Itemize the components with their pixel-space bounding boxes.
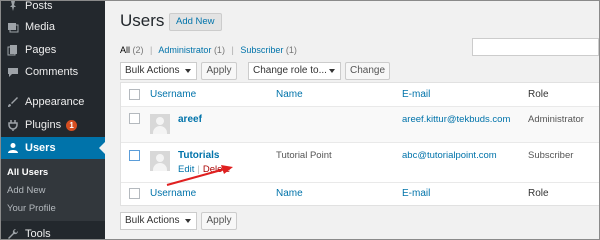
filter-all[interactable]: All (120, 45, 130, 55)
user-icon (6, 141, 20, 155)
sidebar-item-appearance[interactable]: Appearance (1, 91, 105, 113)
user-role: Subscriber (528, 150, 574, 161)
column-email[interactable]: E-mail (402, 188, 430, 199)
sidebar-item-comments[interactable]: Comments (1, 61, 105, 83)
main-content: Users Add New All (2) | Administrator (1… (105, 1, 599, 239)
sidebar-item-label: Appearance (25, 96, 85, 108)
sidebar-item-label: Plugins (25, 119, 62, 131)
sidebar-item-users[interactable]: Users (1, 137, 105, 159)
chevron-down-icon (185, 219, 191, 223)
column-role: Role (528, 89, 549, 100)
sidebar-item-label: Tools (25, 228, 51, 240)
pin-icon (6, 1, 20, 13)
avatar (150, 114, 170, 134)
column-email[interactable]: E-mail (402, 89, 430, 100)
users-submenu: All Users Add New Your Profile (1, 159, 105, 221)
media-icon (6, 20, 20, 34)
sidebar-item-label: Posts (25, 0, 53, 12)
apply-button-bottom[interactable]: Apply (201, 212, 237, 230)
bulk-actions-value: Bulk Actions (125, 65, 180, 76)
annotation-arrow-icon (166, 165, 233, 186)
sidebar-item-media[interactable]: Media (1, 16, 105, 38)
sidebar-item-tools[interactable]: Tools (1, 223, 105, 240)
brush-icon (6, 95, 20, 109)
sidebar-item-pages[interactable]: Pages (1, 39, 105, 61)
chevron-down-icon (329, 69, 335, 73)
user-email[interactable]: areef.kittur@tekbuds.com (402, 114, 510, 125)
page-title: Users (120, 11, 165, 30)
filter-all-count: (2) (132, 45, 144, 55)
bulk-actions-select-bottom[interactable]: Bulk Actions (120, 212, 197, 230)
sidebar-item-plugins[interactable]: Plugins 1 (1, 114, 105, 136)
sidebar-item-label: Media (25, 21, 55, 33)
admin-sidebar: Posts Media Pages Comments Appearance Pl… (1, 0, 105, 240)
sidebar-item-posts[interactable]: Posts (1, 0, 105, 17)
row-checkbox[interactable] (129, 113, 140, 124)
submenu-your-profile[interactable]: Your Profile (7, 203, 56, 214)
chevron-down-icon (185, 69, 191, 73)
add-new-button[interactable]: Add New (169, 13, 222, 31)
user-name: Tutorial Point (276, 150, 332, 161)
comments-icon (6, 65, 20, 79)
submenu-all-users[interactable]: All Users (7, 167, 48, 178)
filter-separator: | (150, 45, 153, 55)
users-screen: Posts Media Pages Comments Appearance Pl… (0, 0, 600, 240)
filter-separator: | (231, 45, 234, 55)
select-all-checkbox[interactable] (129, 89, 140, 100)
pages-icon (6, 43, 20, 57)
plug-icon (6, 118, 20, 132)
username-link[interactable]: Tutorials (178, 150, 219, 161)
filter-subscriber-count: (1) (285, 45, 297, 55)
plugins-update-badge: 1 (66, 119, 78, 131)
apply-button[interactable]: Apply (201, 62, 237, 80)
change-role-button[interactable]: Change (345, 62, 390, 80)
sidebar-item-label: Pages (25, 44, 57, 56)
filter-subscriber[interactable]: Subscriber (240, 45, 283, 55)
filter-administrator-count: (1) (213, 45, 225, 55)
wrench-icon (6, 227, 20, 239)
table-row: areef areef.kittur@tekbuds.com Administr… (121, 107, 599, 143)
column-role: Role (528, 188, 549, 199)
username-link[interactable]: areef (178, 114, 202, 125)
filter-administrator[interactable]: Administrator (158, 45, 211, 55)
role-filters: All (2) | Administrator (1) | Subscriber… (120, 45, 297, 55)
sidebar-item-label: Comments (25, 66, 79, 78)
bulk-actions-select[interactable]: Bulk Actions (120, 62, 197, 80)
change-role-select[interactable]: Change role to... (248, 62, 341, 80)
row-checkbox[interactable] (129, 150, 140, 161)
select-all-checkbox[interactable] (129, 188, 140, 199)
user-email[interactable]: abc@tutorialpoint.com (402, 150, 497, 161)
column-name[interactable]: Name (276, 89, 303, 100)
change-role-value: Change role to... (253, 65, 327, 76)
submenu-add-new[interactable]: Add New (7, 185, 46, 196)
table-header-row: Username Name E-mail Role (121, 83, 599, 107)
column-username[interactable]: Username (150, 89, 196, 100)
sidebar-item-label: Users (25, 142, 56, 154)
user-role: Administrator (528, 114, 584, 125)
bulk-actions-value: Bulk Actions (125, 215, 180, 226)
column-name[interactable]: Name (276, 188, 303, 199)
search-users-input[interactable] (472, 38, 599, 56)
